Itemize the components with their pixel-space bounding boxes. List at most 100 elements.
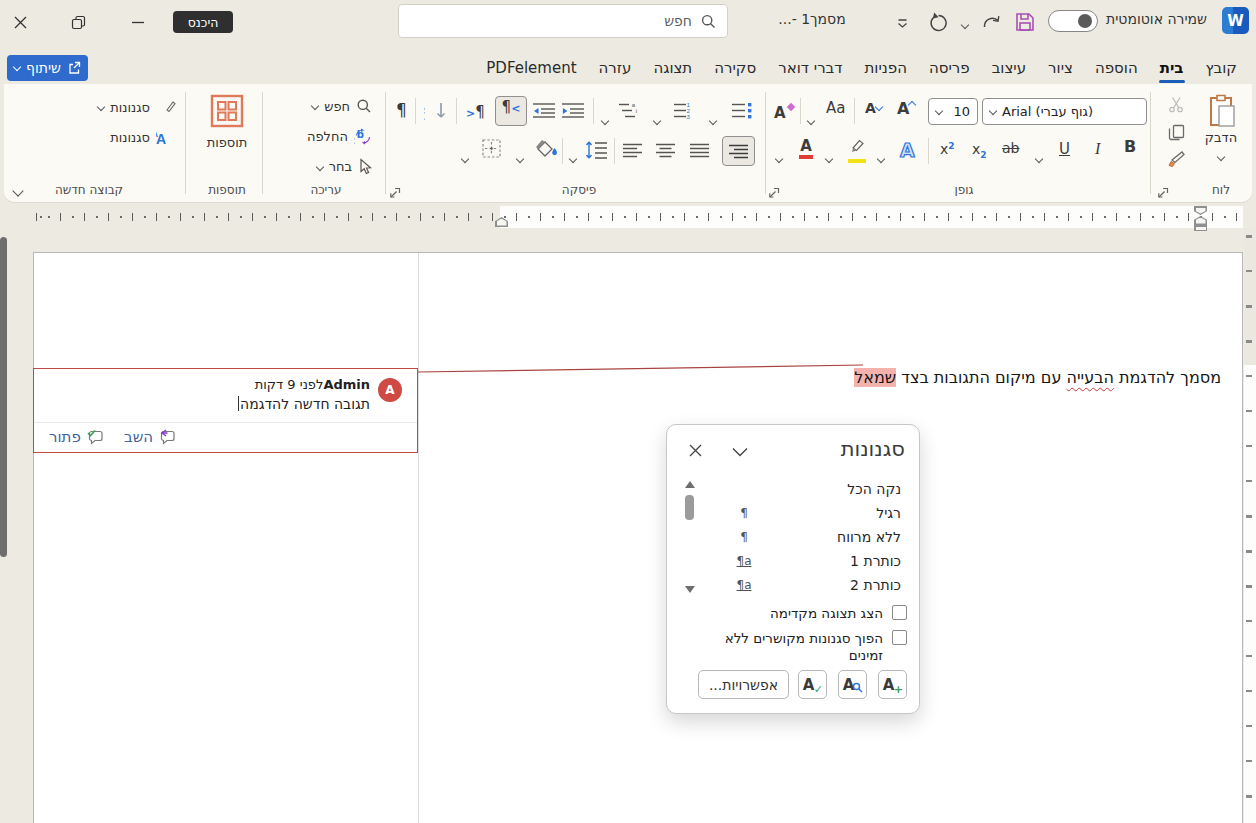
strikethrough-button[interactable]: ab: [1002, 140, 1019, 156]
undo-dropdown-chevron-icon[interactable]: [953, 13, 977, 37]
numbering-chevron-icon[interactable]: [654, 109, 660, 128]
tab-help[interactable]: עזרה: [588, 55, 643, 82]
style-item-clear-all[interactable]: נקה הכל: [847, 477, 901, 501]
text-effects-button[interactable]: A: [900, 139, 915, 161]
font-name-combobox[interactable]: Arial (גוף עברי): [982, 98, 1147, 125]
clear-formatting-button[interactable]: A: [774, 102, 796, 120]
tab-view[interactable]: תצוגה: [642, 55, 703, 82]
show-paragraph-marks-button[interactable]: ¶: [396, 100, 407, 120]
bold-button[interactable]: B: [1124, 140, 1136, 153]
decrease-indent-button[interactable]: [562, 102, 584, 118]
font-name-chevron-icon[interactable]: [989, 106, 997, 114]
addins-button[interactable]: תוספות: [194, 94, 260, 150]
font-dialog-launcher-icon[interactable]: [767, 185, 780, 198]
comment-text[interactable]: תגובה חדשה להדגמה: [238, 396, 370, 412]
highlight-button[interactable]: [846, 139, 866, 163]
show-preview-checkbox[interactable]: [892, 605, 907, 620]
close-window-icon[interactable]: [8, 10, 32, 34]
style-item-normal[interactable]: רגיל: [876, 501, 901, 525]
numbering-button[interactable]: 123: [674, 102, 696, 119]
titlebar-more-chevron-icon[interactable]: [890, 11, 914, 35]
options-button[interactable]: אפשרויות...: [698, 670, 789, 699]
vertical-scrollbar[interactable]: [0, 228, 12, 823]
horizontal-ruler[interactable]: [0, 206, 1256, 228]
tab-design[interactable]: עיצוב: [981, 55, 1037, 82]
style-item-heading1[interactable]: כותרת 1: [850, 549, 901, 573]
styles-panel-close-icon[interactable]: [685, 440, 705, 460]
disable-linked-checkbox[interactable]: [892, 630, 907, 645]
style-item-no-spacing[interactable]: ללא מרווח: [837, 525, 901, 549]
word-logo[interactable]: W: [1222, 7, 1249, 34]
superscript-button[interactable]: x2: [940, 141, 955, 157]
tab-draw[interactable]: ציור: [1037, 55, 1084, 82]
font-size-combobox[interactable]: 10: [928, 98, 978, 125]
line-spacing-button[interactable]: [585, 141, 607, 159]
tab-home[interactable]: בית: [1149, 55, 1195, 82]
copy-icon[interactable]: [1168, 124, 1185, 145]
document-text-line[interactable]: מסמך להדגמת הבעייה עם מיקום התגובות בצד …: [854, 368, 1221, 387]
search-box[interactable]: חפש: [398, 4, 728, 38]
subscript-button[interactable]: x2: [972, 141, 987, 160]
font-color-chevron-icon[interactable]: [776, 147, 782, 166]
borders-button[interactable]: [482, 139, 501, 158]
tab-insert[interactable]: הוספה: [1084, 55, 1149, 82]
select-button[interactable]: בחר: [296, 158, 372, 175]
style-item-heading2[interactable]: כותרת 2: [850, 573, 901, 597]
reply-button[interactable]: השב: [124, 428, 177, 446]
rtl-direction-button[interactable]: ¶<: [495, 96, 527, 126]
document-page[interactable]: מסמך להדגמת הבעייה עם מיקום התגובות בצד …: [33, 252, 1243, 823]
scrollbar-thumb[interactable]: [0, 237, 7, 557]
resolve-button[interactable]: פתור: [49, 428, 105, 446]
restore-window-icon[interactable]: [66, 10, 90, 34]
tab-review[interactable]: סקירה: [703, 55, 767, 82]
first-line-indent-marker[interactable]: [1194, 206, 1207, 215]
redo-icon[interactable]: [979, 10, 1003, 34]
align-left-button[interactable]: [623, 143, 642, 158]
comment-card[interactable]: A Adminלפני 9 דקות תגובה חדשה להדגמה פתו…: [33, 368, 418, 453]
manage-styles-button[interactable]: A+: [878, 670, 907, 699]
shrink-font-button[interactable]: A: [865, 102, 883, 115]
styles-panel[interactable]: סגנונות נקה הכל רגיל ¶ ללא מרווח ¶ כותרת…: [666, 424, 920, 714]
line-spacing-chevron-icon[interactable]: [570, 147, 576, 166]
new-style-button[interactable]: A✓: [798, 670, 827, 699]
undo-icon[interactable]: [926, 10, 950, 34]
clipboard-dialog-launcher-icon[interactable]: [1156, 185, 1169, 198]
styles-list[interactable]: נקה הכל רגיל ¶ ללא מרווח ¶ כותרת 1 ¶a כו…: [679, 477, 909, 598]
styles-gallery-button[interactable]: A סגנונות: [88, 98, 176, 116]
shading-chevron-icon[interactable]: [517, 147, 523, 166]
autosave-toggle[interactable]: [1048, 10, 1098, 32]
collapse-ribbon-chevron-icon[interactable]: [14, 180, 22, 199]
increase-indent-button[interactable]: [533, 102, 555, 118]
replace-button[interactable]: bc החלפה: [280, 128, 372, 145]
sign-in-button[interactable]: היכנס: [173, 11, 233, 33]
align-justify-button[interactable]: [690, 143, 709, 158]
bullets-button[interactable]: [732, 102, 752, 119]
borders-chevron-icon[interactable]: [462, 147, 468, 166]
sort-button[interactable]: AZ: [424, 100, 448, 121]
tab-pdfelement[interactable]: PDFelement: [475, 55, 587, 82]
paragraph-dialog-launcher-icon[interactable]: [388, 185, 401, 198]
styles-scrollbar-thumb[interactable]: [685, 495, 694, 520]
hanging-indent-marker[interactable]: [1194, 216, 1207, 225]
scroll-up-icon[interactable]: [685, 481, 695, 488]
left-indent-marker[interactable]: [495, 217, 508, 227]
change-case-button[interactable]: Aa: [826, 102, 845, 115]
multilevel-list-button[interactable]: ai: [619, 102, 641, 119]
scroll-down-icon[interactable]: [685, 586, 695, 593]
styles-list-scrollbar[interactable]: [683, 479, 697, 595]
underline-button[interactable]: U: [1059, 140, 1070, 158]
change-case-chevron-icon[interactable]: [808, 109, 814, 128]
tab-file[interactable]: קובץ: [1195, 55, 1249, 82]
text-effects-chevron-icon[interactable]: [878, 147, 884, 166]
share-button[interactable]: שיתוף: [7, 55, 88, 81]
font-color-button[interactable]: A: [799, 140, 813, 159]
align-center-button[interactable]: [656, 143, 675, 158]
tab-mailings[interactable]: דברי דואר: [767, 55, 853, 82]
tab-layout[interactable]: פריסה: [918, 55, 981, 82]
align-right-button[interactable]: [722, 136, 755, 166]
ltr-direction-button[interactable]: >¶: [466, 102, 485, 121]
save-icon[interactable]: [1013, 10, 1037, 34]
italic-button[interactable]: I: [1095, 140, 1100, 158]
highlight-chevron-icon[interactable]: [826, 147, 832, 166]
styles-panel-chevron-icon[interactable]: [729, 443, 749, 457]
